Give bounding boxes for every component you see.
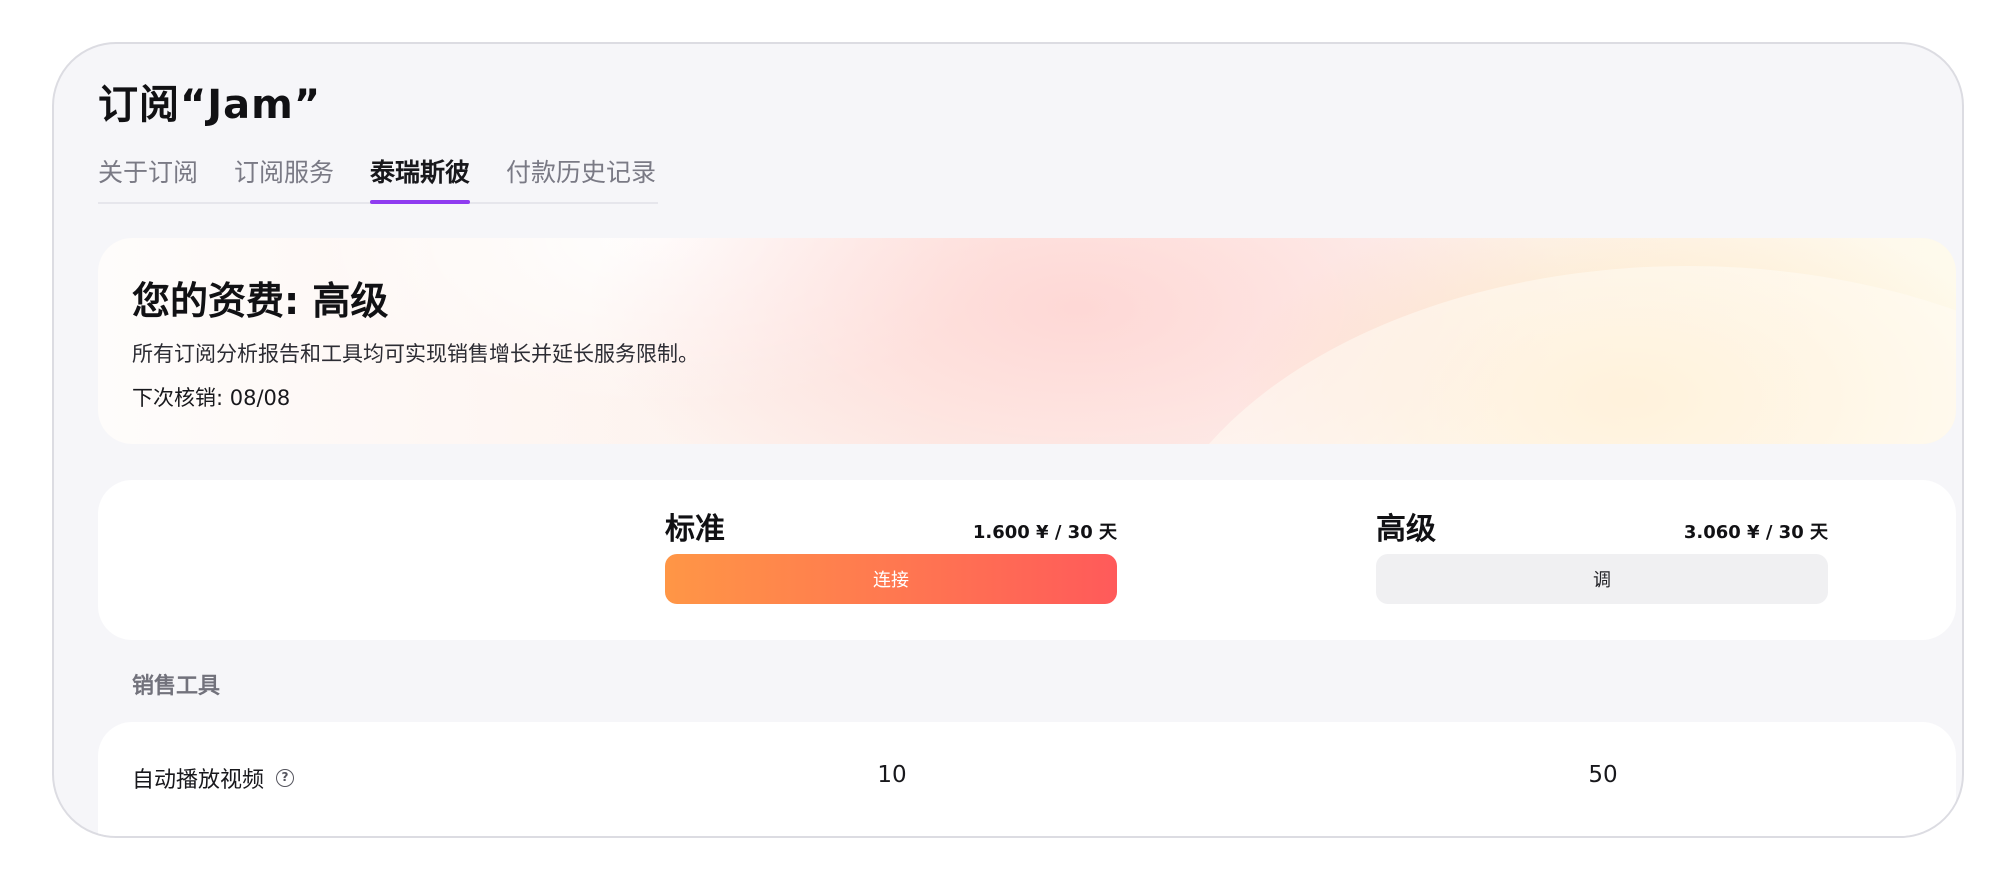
plan-price: 1.600 ¥ / 30 天 xyxy=(972,522,1117,543)
current-plan-description: 所有订阅分析报告和工具均可实现销售增长并延长服务限制。 xyxy=(132,342,699,366)
plan-name: 高级 xyxy=(1376,512,1436,547)
next-charge-date: 下次核销: 08/08 xyxy=(132,386,291,410)
plan-standard: 标准 1.600 ¥ / 30 天 连接 xyxy=(665,504,1117,624)
tab-about-subscription[interactable]: 关于订阅 xyxy=(98,154,198,202)
tab-payment-history[interactable]: 付款历史记录 xyxy=(506,154,656,202)
question-circle-icon[interactable]: ? xyxy=(276,769,295,787)
connect-button[interactable]: 连接 xyxy=(665,554,1117,604)
plan-premium: 高级 3.060 ¥ / 30 天 调 xyxy=(1376,504,1828,624)
feature-table: 自动播放视频 ? 10 50 xyxy=(98,722,1956,836)
tab-subscription-services[interactable]: 订阅服务 xyxy=(234,154,334,202)
plan-name: 标准 xyxy=(665,512,725,547)
subscription-window: 订阅“Jam” 关于订阅 订阅服务 泰瑞斯彼 付款历史记录 您的资费: 高级 所… xyxy=(52,42,1964,838)
plan-price: 3.060 ¥ / 30 天 xyxy=(1683,522,1828,543)
feature-value-premium: 50 xyxy=(1588,762,1618,788)
plans-card: 标准 1.600 ¥ / 30 天 连接 高级 3.060 ¥ / 30 天 调 xyxy=(98,480,1956,640)
feature-row-label: 自动播放视频 ? xyxy=(132,762,295,794)
page-title: 订阅“Jam” xyxy=(98,82,322,128)
current-plan-title: 您的资费: 高级 xyxy=(132,279,389,323)
tab-tariffs[interactable]: 泰瑞斯彼 xyxy=(370,154,471,204)
section-label-sales-tools: 销售工具 xyxy=(132,674,221,699)
adjust-button[interactable]: 调 xyxy=(1376,554,1828,604)
feature-value-standard: 10 xyxy=(877,762,907,788)
feature-name: 自动播放视频 xyxy=(132,768,265,793)
tab-bar: 关于订阅 订阅服务 泰瑞斯彼 付款历史记录 xyxy=(98,154,658,204)
current-plan-banner: 您的资费: 高级 所有订阅分析报告和工具均可实现销售增长并延长服务限制。 下次核… xyxy=(98,238,1956,444)
